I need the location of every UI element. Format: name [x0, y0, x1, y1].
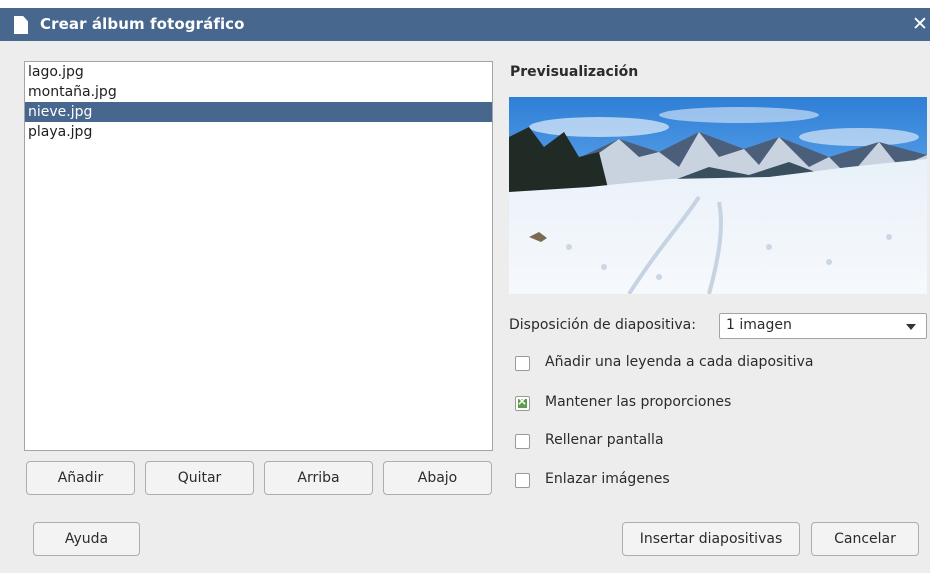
document-icon	[14, 16, 28, 34]
keep-ratio-label: Mantener las proporciones	[545, 394, 732, 410]
dialog-title: Crear álbum fotográfico	[40, 15, 245, 33]
help-button[interactable]: Ayuda	[33, 522, 140, 556]
remove-button[interactable]: Quitar	[145, 461, 254, 495]
preview-image	[509, 97, 927, 294]
chevron-down-icon	[906, 324, 916, 330]
list-item[interactable]: playa.jpg	[25, 122, 492, 142]
link-images-checkbox[interactable]	[515, 473, 530, 488]
close-icon[interactable]: ✕	[912, 13, 928, 35]
cancel-button[interactable]: Cancelar	[811, 522, 919, 556]
list-item[interactable]: montaña.jpg	[25, 82, 492, 102]
fill-screen-label: Rellenar pantalla	[545, 432, 664, 448]
caption-checkbox[interactable]	[515, 356, 530, 371]
add-button[interactable]: Añadir	[26, 461, 135, 495]
checkmark-icon: ×	[517, 394, 528, 408]
move-down-button[interactable]: Abajo	[383, 461, 492, 495]
file-list[interactable]: lago.jpg montaña.jpg nieve.jpg playa.jpg	[24, 61, 493, 451]
insert-slides-button[interactable]: Insertar diapositivas	[622, 522, 800, 556]
title-bar[interactable]: Crear álbum fotográfico ✕	[0, 8, 930, 41]
list-item-selected[interactable]: nieve.jpg	[25, 102, 492, 122]
caption-label: Añadir una leyenda a cada diapositiva	[545, 354, 814, 370]
preview-label: Previsualización	[510, 64, 639, 80]
slide-layout-dropdown[interactable]: 1 imagen	[719, 313, 927, 339]
fill-screen-checkbox[interactable]	[515, 434, 530, 449]
move-up-button[interactable]: Arriba	[264, 461, 373, 495]
list-item[interactable]: lago.jpg	[25, 62, 492, 82]
photo-album-dialog: Crear álbum fotográfico ✕ lago.jpg monta…	[0, 8, 930, 573]
slide-layout-value: 1 imagen	[726, 317, 792, 333]
slide-layout-label: Disposición de diapositiva:	[509, 317, 696, 333]
link-images-label: Enlazar imágenes	[545, 471, 670, 487]
keep-ratio-checkbox[interactable]: ×	[515, 394, 530, 411]
